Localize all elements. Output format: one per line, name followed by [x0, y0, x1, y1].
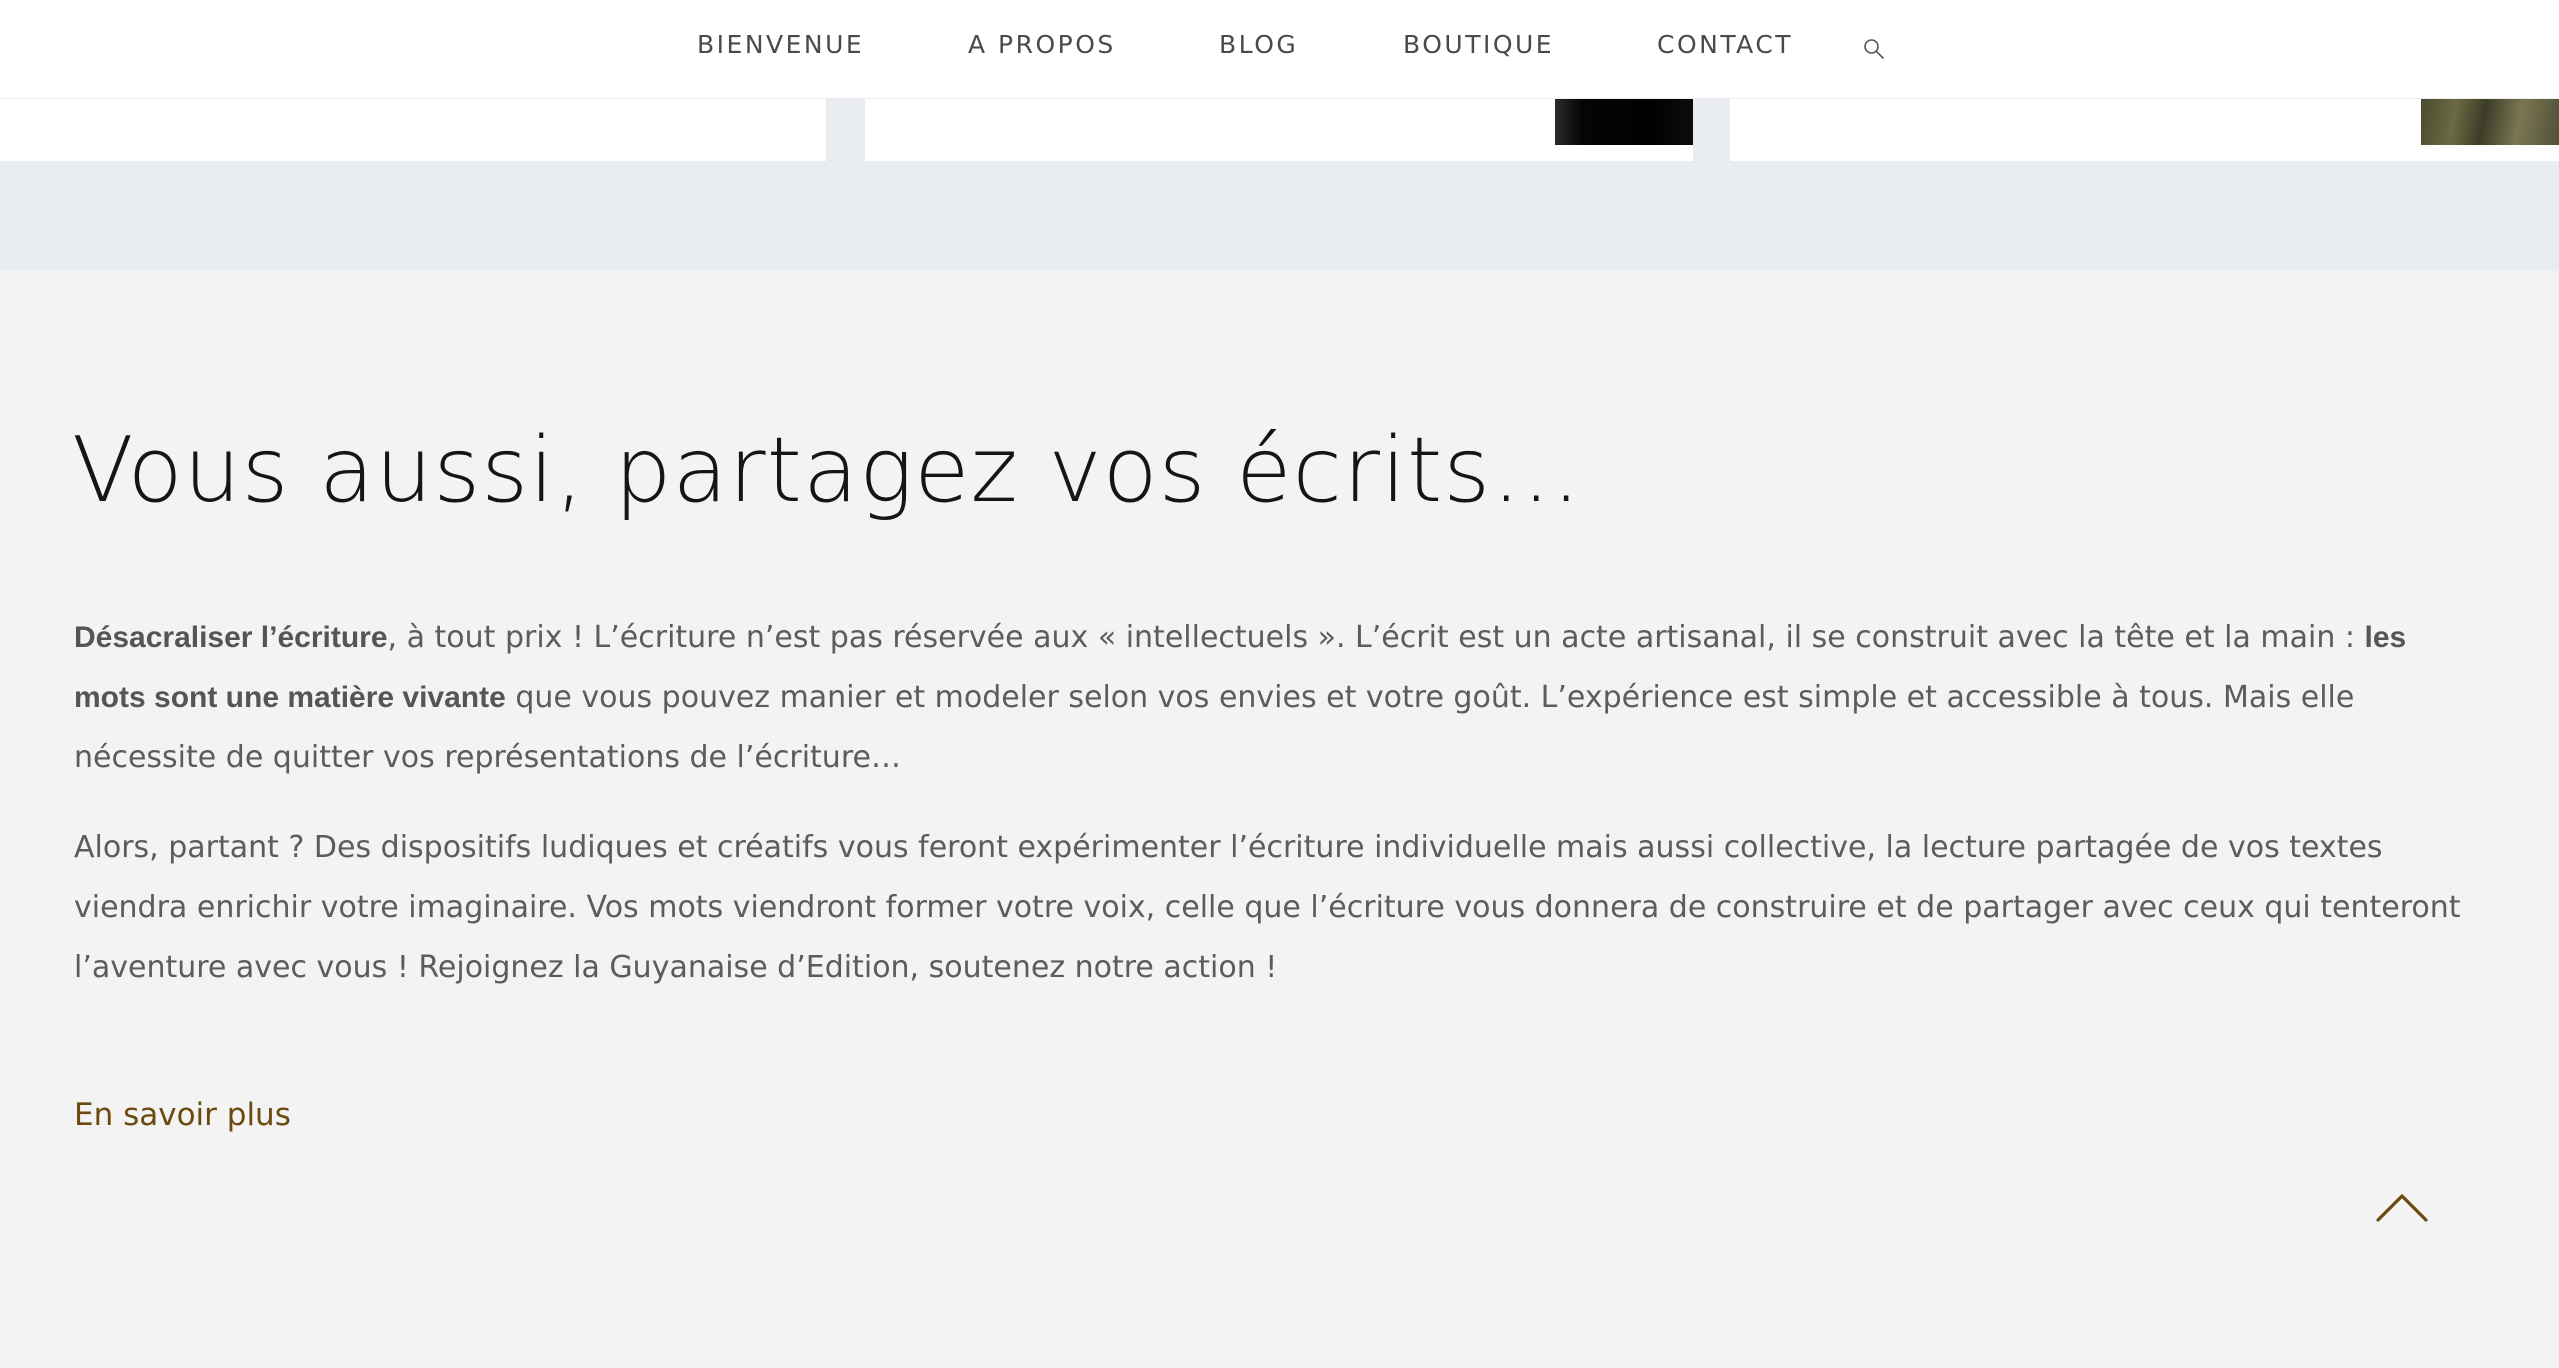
- blog-cards-strip: [0, 98, 2559, 161]
- section-title: Vous aussi, partagez vos écrits…: [72, 418, 1583, 523]
- search-icon[interactable]: [1862, 37, 1886, 61]
- chevron-up-icon[interactable]: [2374, 1190, 2430, 1224]
- blog-card-image[interactable]: [2421, 98, 2559, 145]
- main-navigation: BIENVENUE A PROPOS BLOG BOUTIQUE CONTACT: [0, 0, 2559, 99]
- nav-item-blog[interactable]: BLOG: [1219, 30, 1298, 59]
- blog-card[interactable]: [1730, 98, 2559, 161]
- blog-card-image[interactable]: [1555, 98, 1693, 145]
- learn-more-link[interactable]: En savoir plus: [74, 1097, 291, 1133]
- nav-item-a-propos[interactable]: A PROPOS: [968, 30, 1116, 59]
- second-paragraph: Alors, partant ? Des dispositifs ludique…: [74, 830, 2461, 985]
- section-separator: [0, 161, 2559, 271]
- paragraph-text: , à tout prix ! L’écriture n’est pas rés…: [387, 620, 2365, 655]
- intro-paragraph: Désacraliser l’écriture, à tout prix ! L…: [74, 608, 2484, 788]
- nav-item-contact[interactable]: CONTACT: [1657, 30, 1793, 59]
- blog-card[interactable]: [865, 98, 1693, 161]
- blog-card[interactable]: [0, 98, 826, 161]
- nav-item-boutique[interactable]: BOUTIQUE: [1403, 30, 1554, 59]
- nav-item-bienvenue[interactable]: BIENVENUE: [697, 30, 864, 59]
- bold-phrase: Désacraliser l’écriture: [74, 621, 388, 654]
